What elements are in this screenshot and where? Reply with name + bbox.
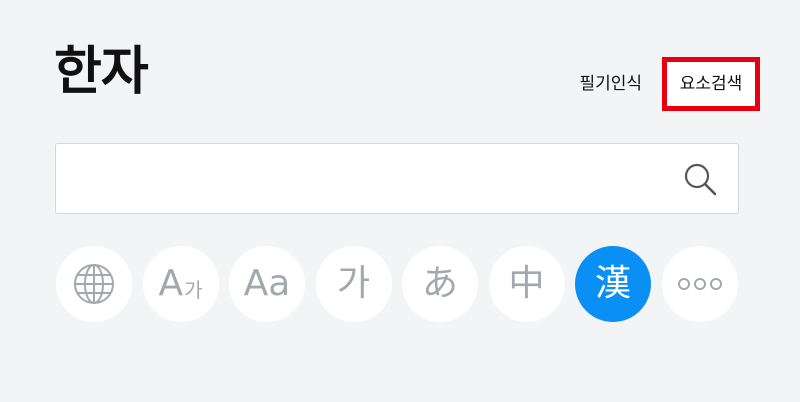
lang-button-korean[interactable]: 가 bbox=[315, 246, 392, 322]
lang-button-chinese[interactable]: 中 bbox=[488, 246, 565, 322]
lang-label-japanese: あ bbox=[421, 263, 458, 304]
search-input[interactable] bbox=[56, 144, 666, 213]
lang-button-english-korean[interactable]: A가 bbox=[142, 246, 219, 322]
search-icon bbox=[684, 163, 717, 196]
lang-label-hanja: 漢 bbox=[594, 263, 631, 304]
component-search-link[interactable]: 요소검색 bbox=[680, 75, 743, 93]
lang-label-english: Aa bbox=[243, 263, 291, 304]
search-button[interactable] bbox=[682, 161, 718, 197]
lang-label-korean: 가 bbox=[336, 263, 371, 304]
component-search-highlight: 요소검색 bbox=[662, 57, 760, 111]
globe-icon bbox=[74, 264, 114, 304]
lang-button-hanja[interactable]: 漢 bbox=[575, 246, 651, 322]
lang-button-globe[interactable] bbox=[56, 246, 132, 322]
language-selector: A가 Aa 가 あ 中 漢 bbox=[56, 246, 738, 322]
top-links: 필기인식 요소검색 bbox=[579, 54, 760, 114]
lang-label-chinese: 中 bbox=[508, 263, 545, 304]
lang-button-more[interactable] bbox=[661, 246, 738, 322]
lang-sublabel-english-korean: 가 bbox=[184, 277, 203, 302]
page-title: 한자 bbox=[54, 42, 149, 102]
more-icon bbox=[676, 278, 724, 290]
lang-button-japanese[interactable]: あ bbox=[402, 246, 478, 322]
search-box bbox=[55, 143, 739, 214]
lang-label-english-korean: A bbox=[158, 263, 184, 304]
handwriting-link[interactable]: 필기인식 bbox=[579, 75, 642, 93]
lang-button-english[interactable]: Aa bbox=[229, 246, 305, 322]
